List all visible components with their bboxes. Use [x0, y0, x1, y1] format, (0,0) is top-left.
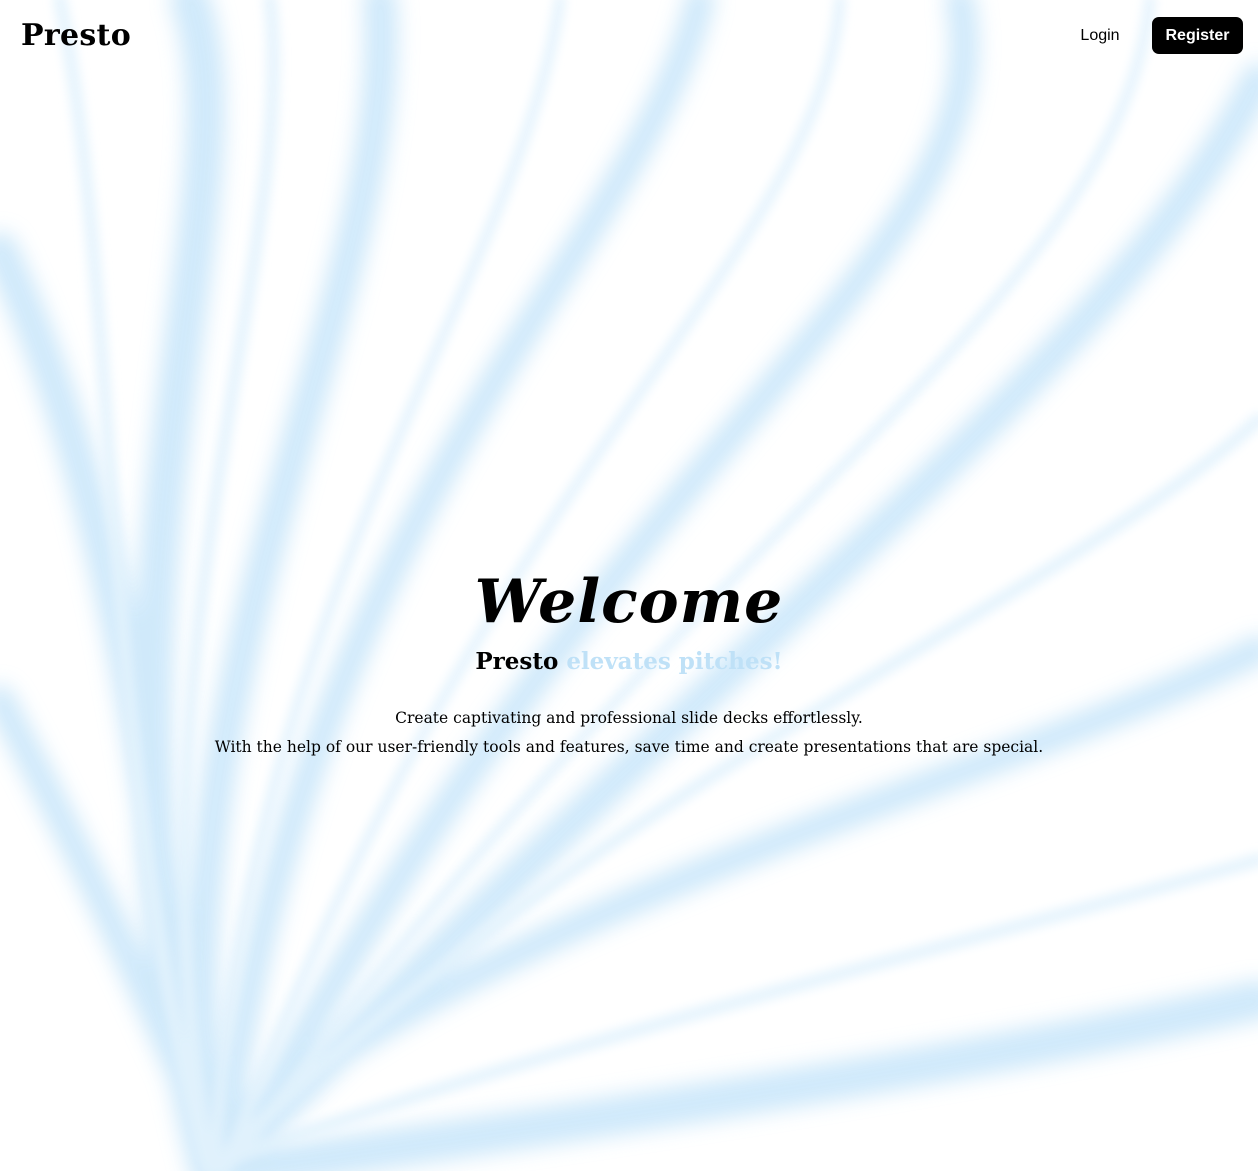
brand-logo[interactable]: Presto	[21, 16, 131, 56]
login-button[interactable]: Login	[1064, 18, 1136, 54]
hero-section: Welcome Presto elevates pitches! Create …	[0, 560, 1258, 762]
tagline-brand: Presto	[475, 648, 559, 675]
tagline-accent: elevates pitches!	[566, 648, 783, 675]
welcome-heading: Welcome	[474, 567, 784, 637]
description-line-1: Create captivating and professional slid…	[395, 709, 863, 727]
hero-description: Create captivating and professional slid…	[0, 704, 1258, 762]
hero-tagline: Presto elevates pitches!	[0, 646, 1258, 678]
register-button[interactable]: Register	[1152, 17, 1243, 54]
description-line-2: With the help of our user-friendly tools…	[214, 738, 1044, 756]
top-navbar: Presto Login Register	[0, 0, 1258, 72]
